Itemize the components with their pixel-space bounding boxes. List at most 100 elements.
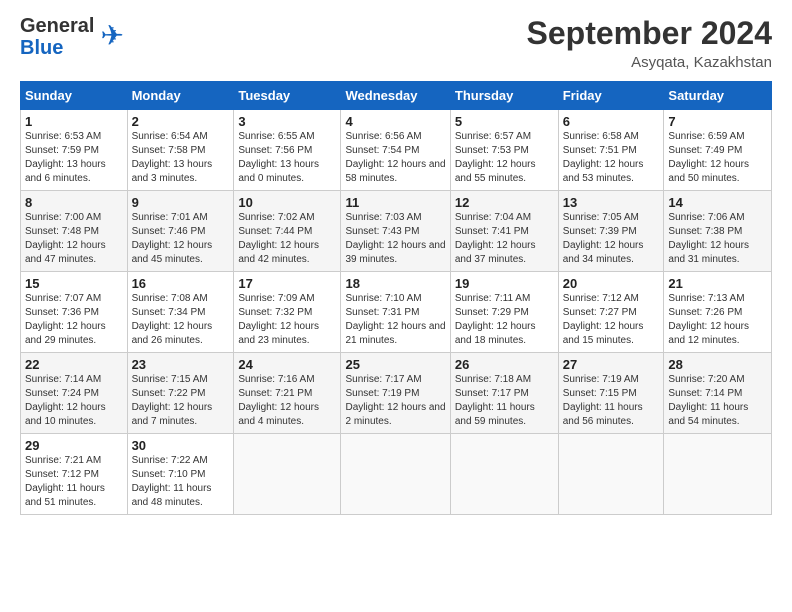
day-detail: Sunrise: 7:00 AMSunset: 7:48 PMDaylight:…	[25, 211, 123, 267]
day-number: 9	[132, 195, 230, 210]
day-number: 3	[238, 114, 336, 129]
day-number: 15	[25, 276, 123, 291]
logo: General Blue ✈	[20, 15, 124, 59]
day-detail: Sunrise: 7:13 AMSunset: 7:26 PMDaylight:…	[668, 292, 767, 348]
table-row: 24Sunrise: 7:16 AMSunset: 7:21 PMDayligh…	[234, 353, 341, 434]
day-number: 13	[563, 195, 660, 210]
day-number: 20	[563, 276, 660, 291]
day-detail: Sunrise: 7:08 AMSunset: 7:34 PMDaylight:…	[132, 292, 230, 348]
header-wednesday: Wednesday	[341, 82, 450, 110]
table-row: 14Sunrise: 7:06 AMSunset: 7:38 PMDayligh…	[664, 191, 772, 272]
logo-blue: Blue	[20, 37, 63, 59]
day-detail: Sunrise: 7:18 AMSunset: 7:17 PMDaylight:…	[455, 373, 554, 429]
table-row: 20Sunrise: 7:12 AMSunset: 7:27 PMDayligh…	[558, 272, 664, 353]
day-number: 27	[563, 357, 660, 372]
table-row: 8Sunrise: 7:00 AMSunset: 7:48 PMDaylight…	[21, 191, 128, 272]
day-number: 24	[238, 357, 336, 372]
header-thursday: Thursday	[450, 82, 558, 110]
day-detail: Sunrise: 6:57 AMSunset: 7:53 PMDaylight:…	[455, 130, 554, 186]
table-row	[450, 434, 558, 515]
day-number: 23	[132, 357, 230, 372]
day-detail: Sunrise: 6:53 AMSunset: 7:59 PMDaylight:…	[25, 130, 123, 186]
table-row: 30Sunrise: 7:22 AMSunset: 7:10 PMDayligh…	[127, 434, 234, 515]
table-row: 27Sunrise: 7:19 AMSunset: 7:15 PMDayligh…	[558, 353, 664, 434]
day-number: 14	[668, 195, 767, 210]
day-number: 21	[668, 276, 767, 291]
calendar-row-3: 15Sunrise: 7:07 AMSunset: 7:36 PMDayligh…	[21, 272, 772, 353]
day-number: 11	[345, 195, 445, 210]
day-number: 12	[455, 195, 554, 210]
table-row	[664, 434, 772, 515]
day-detail: Sunrise: 7:04 AMSunset: 7:41 PMDaylight:…	[455, 211, 554, 267]
header-saturday: Saturday	[664, 82, 772, 110]
day-detail: Sunrise: 7:20 AMSunset: 7:14 PMDaylight:…	[668, 373, 767, 429]
table-row: 19Sunrise: 7:11 AMSunset: 7:29 PMDayligh…	[450, 272, 558, 353]
table-row	[234, 434, 341, 515]
day-detail: Sunrise: 7:01 AMSunset: 7:46 PMDaylight:…	[132, 211, 230, 267]
day-detail: Sunrise: 7:05 AMSunset: 7:39 PMDaylight:…	[563, 211, 660, 267]
day-detail: Sunrise: 7:09 AMSunset: 7:32 PMDaylight:…	[238, 292, 336, 348]
header-sunday: Sunday	[21, 82, 128, 110]
table-row: 16Sunrise: 7:08 AMSunset: 7:34 PMDayligh…	[127, 272, 234, 353]
table-row: 3Sunrise: 6:55 AMSunset: 7:56 PMDaylight…	[234, 110, 341, 191]
month-title: September 2024	[527, 15, 772, 52]
day-detail: Sunrise: 7:06 AMSunset: 7:38 PMDaylight:…	[668, 211, 767, 267]
table-row: 23Sunrise: 7:15 AMSunset: 7:22 PMDayligh…	[127, 353, 234, 434]
header-friday: Friday	[558, 82, 664, 110]
logo-bird-icon: ✈	[100, 19, 123, 52]
calendar-row-5: 29Sunrise: 7:21 AMSunset: 7:12 PMDayligh…	[21, 434, 772, 515]
table-row: 21Sunrise: 7:13 AMSunset: 7:26 PMDayligh…	[664, 272, 772, 353]
table-row: 18Sunrise: 7:10 AMSunset: 7:31 PMDayligh…	[341, 272, 450, 353]
table-row	[341, 434, 450, 515]
day-detail: Sunrise: 6:55 AMSunset: 7:56 PMDaylight:…	[238, 130, 336, 186]
day-number: 7	[668, 114, 767, 129]
table-row: 29Sunrise: 7:21 AMSunset: 7:12 PMDayligh…	[21, 434, 128, 515]
location: Asyqata, Kazakhstan	[527, 54, 772, 71]
day-detail: Sunrise: 7:10 AMSunset: 7:31 PMDaylight:…	[345, 292, 445, 348]
calendar-table: Sunday Monday Tuesday Wednesday Thursday…	[20, 81, 772, 515]
table-row: 26Sunrise: 7:18 AMSunset: 7:17 PMDayligh…	[450, 353, 558, 434]
calendar-row-1: 1Sunrise: 6:53 AMSunset: 7:59 PMDaylight…	[21, 110, 772, 191]
day-number: 29	[25, 438, 123, 453]
calendar-row-2: 8Sunrise: 7:00 AMSunset: 7:48 PMDaylight…	[21, 191, 772, 272]
table-row: 13Sunrise: 7:05 AMSunset: 7:39 PMDayligh…	[558, 191, 664, 272]
day-detail: Sunrise: 7:16 AMSunset: 7:21 PMDaylight:…	[238, 373, 336, 429]
day-detail: Sunrise: 7:07 AMSunset: 7:36 PMDaylight:…	[25, 292, 123, 348]
day-number: 17	[238, 276, 336, 291]
table-row: 2Sunrise: 6:54 AMSunset: 7:58 PMDaylight…	[127, 110, 234, 191]
table-row: 15Sunrise: 7:07 AMSunset: 7:36 PMDayligh…	[21, 272, 128, 353]
day-number: 4	[345, 114, 445, 129]
table-row: 17Sunrise: 7:09 AMSunset: 7:32 PMDayligh…	[234, 272, 341, 353]
day-number: 22	[25, 357, 123, 372]
day-number: 1	[25, 114, 123, 129]
day-detail: Sunrise: 7:03 AMSunset: 7:43 PMDaylight:…	[345, 211, 445, 267]
day-number: 10	[238, 195, 336, 210]
table-row: 22Sunrise: 7:14 AMSunset: 7:24 PMDayligh…	[21, 353, 128, 434]
table-row: 6Sunrise: 6:58 AMSunset: 7:51 PMDaylight…	[558, 110, 664, 191]
day-detail: Sunrise: 6:59 AMSunset: 7:49 PMDaylight:…	[668, 130, 767, 186]
day-detail: Sunrise: 6:56 AMSunset: 7:54 PMDaylight:…	[345, 130, 445, 186]
day-number: 6	[563, 114, 660, 129]
day-detail: Sunrise: 7:22 AMSunset: 7:10 PMDaylight:…	[132, 454, 230, 510]
day-number: 25	[345, 357, 445, 372]
title-section: September 2024 Asyqata, Kazakhstan	[527, 15, 772, 71]
table-row: 28Sunrise: 7:20 AMSunset: 7:14 PMDayligh…	[664, 353, 772, 434]
day-number: 16	[132, 276, 230, 291]
table-row: 4Sunrise: 6:56 AMSunset: 7:54 PMDaylight…	[341, 110, 450, 191]
day-number: 19	[455, 276, 554, 291]
table-row: 7Sunrise: 6:59 AMSunset: 7:49 PMDaylight…	[664, 110, 772, 191]
day-detail: Sunrise: 7:02 AMSunset: 7:44 PMDaylight:…	[238, 211, 336, 267]
logo-general: General	[20, 15, 94, 37]
table-row: 11Sunrise: 7:03 AMSunset: 7:43 PMDayligh…	[341, 191, 450, 272]
day-detail: Sunrise: 7:14 AMSunset: 7:24 PMDaylight:…	[25, 373, 123, 429]
day-number: 26	[455, 357, 554, 372]
header-monday: Monday	[127, 82, 234, 110]
table-row: 9Sunrise: 7:01 AMSunset: 7:46 PMDaylight…	[127, 191, 234, 272]
header: General Blue ✈ September 2024 Asyqata, K…	[20, 15, 772, 71]
calendar-header-row: Sunday Monday Tuesday Wednesday Thursday…	[21, 82, 772, 110]
day-detail: Sunrise: 7:19 AMSunset: 7:15 PMDaylight:…	[563, 373, 660, 429]
day-number: 30	[132, 438, 230, 453]
calendar-row-4: 22Sunrise: 7:14 AMSunset: 7:24 PMDayligh…	[21, 353, 772, 434]
day-detail: Sunrise: 7:17 AMSunset: 7:19 PMDaylight:…	[345, 373, 445, 429]
table-row: 5Sunrise: 6:57 AMSunset: 7:53 PMDaylight…	[450, 110, 558, 191]
